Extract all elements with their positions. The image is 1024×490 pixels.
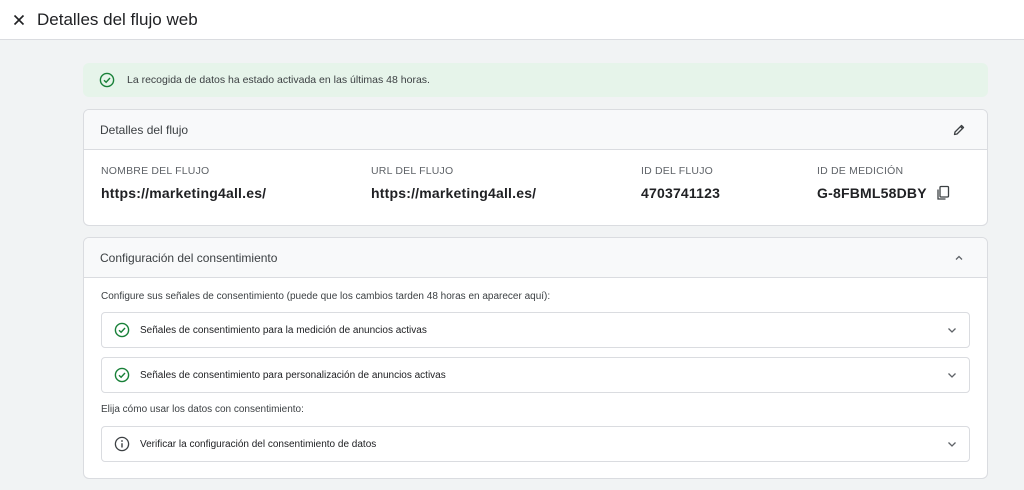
banner-text: La recogida de datos ha estado activada … [127, 74, 430, 86]
stream-url-field: URL DEL FLUJO https://marketing4all.es/ [371, 165, 536, 201]
stream-url-label: URL DEL FLUJO [371, 165, 454, 177]
stream-name-text: https://marketing4all.es/ [101, 185, 267, 201]
verify-consent-row[interactable]: Verificar la configuración del consentim… [101, 426, 970, 462]
chevron-down-icon [948, 328, 956, 333]
close-button[interactable] [6, 7, 32, 33]
consent-settings-header[interactable]: Configuración del consentimiento [84, 238, 987, 278]
stream-name-label: NOMBRE DEL FLUJO [101, 165, 210, 177]
pencil-icon [953, 124, 965, 135]
ad-personalization-consent-label: Señales de consentimiento para personali… [140, 369, 446, 381]
measurement-id-field: ID DE MEDICIÓN G-8FBML58DBY [817, 165, 951, 201]
measurement-id-value: G-8FBML58DBY [817, 185, 951, 201]
consent-choice-text: Elija cómo usar los datos con consentimi… [101, 404, 304, 415]
consent-intro-text: Configure sus señales de consentimiento … [101, 291, 551, 302]
stream-url-value: https://marketing4all.es/ [371, 185, 536, 201]
page-title: Detalles del flujo web [37, 9, 198, 29]
check-circle-icon [114, 367, 130, 383]
measurement-id-text[interactable]: G-8FBML58DBY [817, 185, 927, 201]
stream-details-title: Detalles del flujo [100, 122, 189, 137]
stream-name-value: https://marketing4all.es/ [101, 185, 266, 201]
chevron-down-icon [948, 373, 956, 378]
ad-personalization-consent-row[interactable]: Señales de consentimiento para personali… [101, 357, 970, 393]
consent-settings-body: Configure sus señales de consentimiento … [84, 278, 987, 462]
copy-button[interactable] [935, 185, 951, 201]
verify-consent-label: Verificar la configuración del consentim… [140, 438, 377, 450]
stream-details-card: Detalles del flujo NOMBRE DEL FLUJO http… [83, 109, 988, 226]
chevron-up-icon [955, 255, 963, 260]
top-bar: Detalles del flujo web [0, 0, 1024, 40]
ad-measurement-consent-row[interactable]: Señales de consentimiento para la medici… [101, 312, 970, 348]
chevron-down-icon [948, 442, 956, 447]
stream-id-value: 4703741123 [641, 185, 720, 201]
close-icon [13, 14, 25, 25]
stream-url-text: https://marketing4all.es/ [371, 185, 537, 201]
edit-button[interactable] [947, 118, 971, 142]
stream-id-text: 4703741123 [641, 185, 721, 201]
copy-icon [937, 185, 949, 200]
stream-id-field: ID DEL FLUJO 4703741123 [641, 165, 720, 201]
stream-details-header: Detalles del flujo [84, 110, 987, 150]
measurement-id-label: ID DE MEDICIÓN [817, 165, 904, 177]
ad-measurement-consent-label: Señales de consentimiento para la medici… [140, 324, 427, 336]
consent-settings-card: Configuración del consentimiento Configu… [83, 237, 988, 479]
check-circle-icon [114, 322, 130, 338]
collapse-button[interactable] [947, 246, 971, 270]
stream-id-label: ID DEL FLUJO [641, 165, 714, 177]
info-icon [114, 436, 130, 452]
status-banner: La recogida de datos ha estado activada … [83, 63, 988, 97]
consent-settings-title: Configuración del consentimiento [100, 250, 278, 265]
stream-name-field: NOMBRE DEL FLUJO https://marketing4all.e… [101, 165, 266, 201]
check-circle-icon [99, 72, 115, 88]
